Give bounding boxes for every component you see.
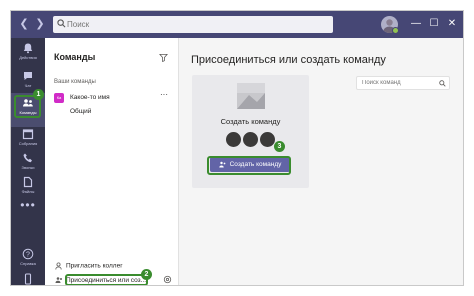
rail-item-label: Действия bbox=[19, 55, 37, 60]
rail-item-label: Собрания bbox=[18, 141, 38, 146]
search-icon bbox=[439, 80, 446, 87]
svg-text:?: ? bbox=[26, 252, 30, 259]
highlight-create bbox=[207, 156, 291, 175]
search-box[interactable] bbox=[53, 16, 333, 33]
step-badge-1: 1 bbox=[33, 89, 44, 100]
panel-title: Команды bbox=[54, 52, 96, 62]
teams-add-icon bbox=[55, 277, 62, 283]
rail-item-label: Чат bbox=[24, 83, 32, 88]
bell-icon bbox=[23, 43, 33, 54]
person-add-icon bbox=[55, 262, 62, 270]
team-avatar[interactable]: Ка bbox=[54, 93, 64, 103]
teams-panel: Команды Ваши команды Ка Какое-то имя ···… bbox=[45, 38, 179, 285]
help-icon: ? bbox=[22, 248, 34, 260]
gear-icon[interactable] bbox=[163, 275, 172, 284]
search-teams-box[interactable] bbox=[356, 76, 450, 90]
invite-colleagues-link[interactable]: Пригласить коллег bbox=[55, 262, 123, 270]
page-title: Присоединиться или создать команду bbox=[191, 54, 386, 66]
search-icon bbox=[57, 19, 66, 28]
filter-icon[interactable] bbox=[159, 53, 168, 62]
chevron-right-icon[interactable]: ❯ bbox=[33, 17, 47, 31]
chevron-left-icon[interactable]: ❮ bbox=[17, 17, 31, 31]
channel-general[interactable]: Общий bbox=[70, 108, 91, 115]
team-name[interactable]: Какое-то имя bbox=[70, 94, 110, 101]
step-badge-3: 3 bbox=[274, 141, 285, 152]
more-apps-button[interactable]: ••• bbox=[11, 198, 45, 212]
image-placeholder-icon bbox=[237, 83, 265, 109]
phone-icon bbox=[23, 153, 32, 163]
mobile-icon bbox=[24, 273, 32, 285]
chat-icon bbox=[24, 72, 32, 80]
invite-label: Пригласить коллег bbox=[66, 262, 123, 270]
search-teams-input[interactable] bbox=[362, 77, 436, 89]
highlight-join bbox=[65, 274, 148, 285]
teams-window: ❮ ❯ — ☐ ✕ Действия Чат Команды Собрания bbox=[10, 10, 464, 286]
avatar-group bbox=[226, 132, 278, 148]
member-avatar bbox=[226, 132, 241, 147]
close-button[interactable]: ✕ bbox=[445, 16, 459, 32]
member-avatar bbox=[243, 132, 258, 147]
rail-item-label: Звонки bbox=[21, 165, 35, 170]
title-bar: ❮ ❯ — ☐ ✕ bbox=[11, 11, 463, 38]
minimize-button[interactable]: — bbox=[409, 16, 423, 32]
calendar-icon bbox=[22, 129, 34, 140]
app-rail: Действия Чат Команды Собрания Звонки Фай… bbox=[11, 38, 45, 285]
step-badge-2: 2 bbox=[141, 269, 152, 280]
maximize-button[interactable]: ☐ bbox=[427, 16, 441, 32]
card-title: Создать команду bbox=[220, 117, 281, 126]
rail-item-label: Файлы bbox=[21, 189, 35, 194]
search-input[interactable] bbox=[67, 16, 329, 33]
section-label: Ваши команды bbox=[54, 79, 96, 85]
files-icon bbox=[23, 176, 33, 188]
member-avatar bbox=[260, 132, 275, 147]
rail-item-label: Справка bbox=[20, 261, 36, 266]
presence-available-icon bbox=[392, 27, 399, 34]
mobile-device-button[interactable] bbox=[11, 271, 45, 285]
team-more-button[interactable]: ··· bbox=[160, 90, 168, 99]
